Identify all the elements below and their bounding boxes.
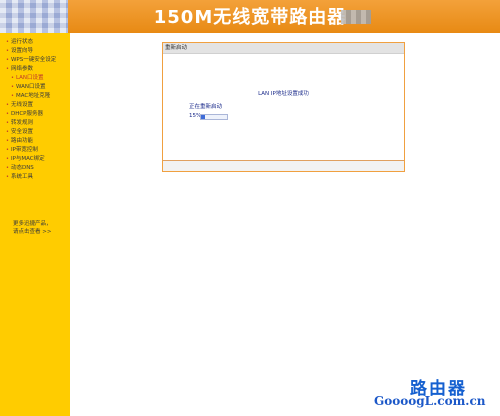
sidebar-item-label: IP与MAC绑定 [10,156,45,162]
more-products-text: 更多迅捷产品， [13,221,52,227]
sidebar-item-wireless[interactable]: • 无线设置 [6,101,56,110]
sidebar: • 运行状态 • 设置向导 • WPS一键安全设定 • 网络参数 • LAN口设置 • WA… [0,33,70,416]
sidebar-item-label: WPS一键安全设定 [10,57,57,63]
bullet-icon: • [6,111,9,117]
sidebar-item-label: 运行状态 [10,39,33,45]
sidebar-item-bandwidth[interactable]: • IP带宽控制 [6,146,56,155]
sidebar-item-label: 转发规则 [10,120,33,126]
sidebar-menu: • 运行状态 • 设置向导 • WPS一键安全设定 • 网络参数 • LAN口设置 • WA… [6,38,56,182]
bullet-icon: • [6,57,9,63]
sidebar-item-label: WAN口设置 [15,84,46,90]
sidebar-item-label: 无线设置 [10,102,33,108]
bullet-icon: • [6,66,9,72]
progress-bar [200,114,228,120]
bullet-icon: • [6,156,9,162]
sidebar-item-ddns[interactable]: • 动态DNS [6,164,56,173]
sidebar-item-label: 安全设置 [10,129,33,135]
bullet-icon: • [11,75,14,81]
reboot-status: 正在重新启动 [189,104,223,110]
bullet-icon: • [6,120,9,126]
sidebar-item-label: 系统工具 [10,174,33,180]
success-message: LAN IP地址设置成功 [258,91,309,97]
sidebar-item-dhcp[interactable]: • DHCP服务器 [6,110,56,119]
bullet-icon: • [6,102,9,108]
header-bar: 150M无线宽带路由器 [0,0,500,33]
sidebar-item-label: IP带宽控制 [10,147,38,153]
bullet-icon: • [6,174,9,180]
sidebar-item-forwarding[interactable]: • 转发规则 [6,119,56,128]
model-number-redacted [341,10,371,24]
bullet-icon: • [6,39,9,45]
panel-title: 重新启动 [163,43,404,54]
sidebar-item-lan[interactable]: • LAN口设置 [6,74,56,83]
bullet-icon: • [6,165,9,171]
bullet-icon: • [6,147,9,153]
sidebar-item-label: 设置向导 [10,48,33,54]
sidebar-item-label: 网络参数 [10,66,33,72]
sidebar-item-status[interactable]: • 运行状态 [6,38,56,47]
sidebar-item-wizard[interactable]: • 设置向导 [6,47,56,56]
more-products-cta: 请点击查看 >> [13,229,52,235]
sidebar-item-ip-mac-binding[interactable]: • IP与MAC绑定 [6,155,56,164]
bullet-icon: • [11,84,14,90]
sidebar-item-wps[interactable]: • WPS一键安全设定 [6,56,56,65]
sidebar-item-mac-clone[interactable]: • MAC地址克隆 [6,92,56,101]
sidebar-item-security[interactable]: • 安全设置 [6,128,56,137]
watermark: 路由器 GoooogL.com.cn [372,374,492,414]
sidebar-item-label: MAC地址克隆 [15,93,51,99]
sidebar-item-network[interactable]: • 网络参数 [6,65,56,74]
sidebar-item-label: LAN口设置 [15,75,44,81]
progress-bar-fill [201,115,205,119]
watermark-url: GoooogL.com.cn [374,394,486,408]
sidebar-item-label: 动态DNS [10,165,34,171]
sidebar-item-routing[interactable]: • 路由功能 [6,137,56,146]
more-products-link[interactable]: 更多迅捷产品， 请点击查看 >> [13,220,52,236]
sidebar-item-label: DHCP服务器 [10,111,43,117]
sidebar-item-system-tools[interactable]: • 系统工具 [6,173,56,182]
bullet-icon: • [11,93,14,99]
panel-footer [163,160,404,171]
reboot-panel: 重新启动 LAN IP地址设置成功 正在重新启动 15% [162,42,405,172]
sidebar-item-label: 路由功能 [10,138,33,144]
page-title: 150M无线宽带路由器 [153,7,347,28]
bullet-icon: • [6,129,9,135]
sidebar-item-wan[interactable]: • WAN口设置 [6,83,56,92]
bullet-icon: • [6,48,9,54]
bullet-icon: • [6,138,9,144]
